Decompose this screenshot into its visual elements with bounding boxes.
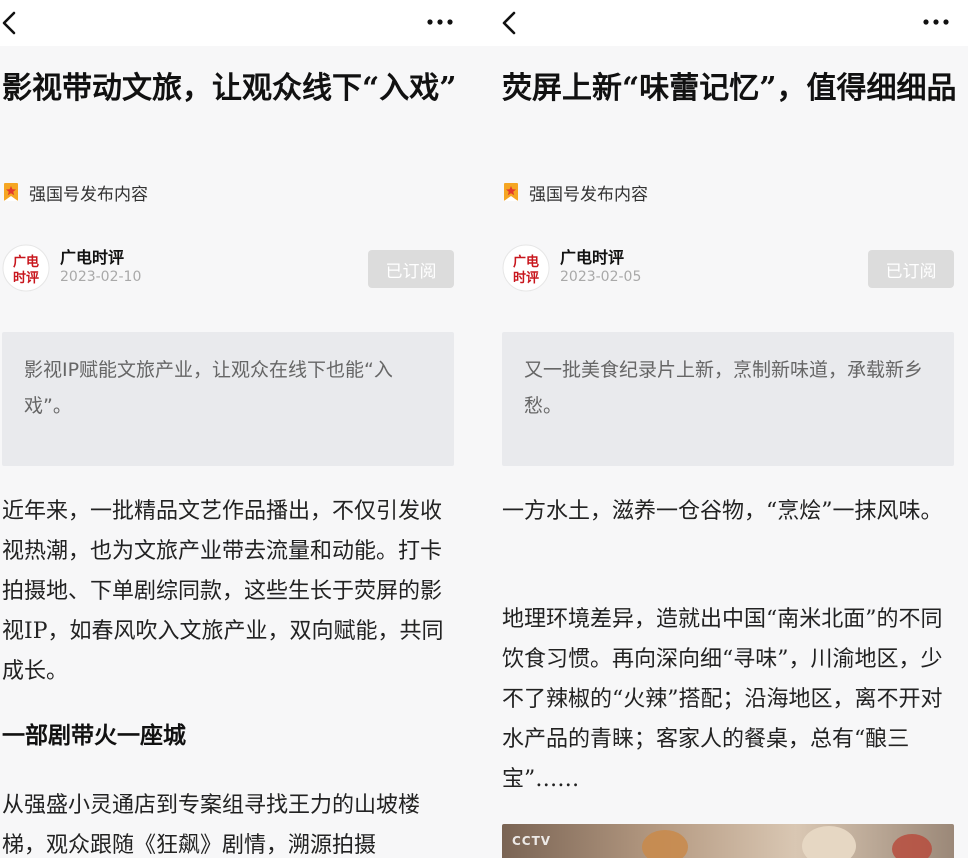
paragraph-1: 近年来，一批精品文艺作品播出，不仅引发收视热潮，也为文旅产业带去流量和动能。打卡…	[2, 499, 444, 684]
publish-date: 2023-02-10	[60, 269, 142, 285]
ribbon-star-icon	[502, 182, 520, 202]
top-bar	[0, 0, 484, 46]
food-bowl-image	[642, 830, 688, 858]
source-badge: 强国号发布内容	[502, 180, 648, 205]
source-badge: 强国号发布内容	[2, 180, 148, 205]
article-title: 影视带动文旅，让观众线下“入戏”	[2, 71, 457, 106]
article-content: 荧屏上新“味蕾记忆”，值得细细品 强国号发布内容 广电 时评 广电时评 2023…	[484, 46, 968, 858]
svg-text:时评: 时评	[513, 270, 539, 286]
badge-label: 强国号发布内容	[29, 184, 148, 205]
right-article-panel: 荧屏上新“味蕾记忆”，值得细细品 强国号发布内容 广电 时评 广电时评 2023…	[484, 0, 968, 858]
back-icon[interactable]	[0, 8, 26, 38]
paragraph-2: 地理环境差异，造就出中国“南米北面”的不同饮食习惯。再向深向细“寻味”，川渝地区…	[502, 607, 943, 792]
subscribed-button[interactable]: 已订阅	[368, 250, 454, 288]
paragraph-1: 一方水土，滋养一仓谷物，“烹烩”一抹风味。	[502, 499, 943, 524]
section-heading: 一部剧带火一座城	[2, 722, 186, 749]
more-options-icon[interactable]	[420, 8, 460, 36]
svg-text:广电: 广电	[513, 254, 539, 270]
subscribed-button[interactable]: 已订阅	[868, 250, 954, 288]
author-avatar[interactable]: 广电 时评	[2, 244, 50, 292]
publish-date: 2023-02-05	[560, 269, 642, 285]
article-title: 荧屏上新“味蕾记忆”，值得细细品	[502, 71, 957, 106]
author-avatar[interactable]: 广电 时评	[502, 244, 550, 292]
badge-label: 强国号发布内容	[529, 184, 648, 205]
ribbon-star-icon	[2, 182, 20, 202]
author-name[interactable]: 广电时评	[560, 244, 624, 268]
paragraph-2: 从强盛小灵通店到专案组寻找王力的山坡楼梯，观众跟随《狂飙》剧情，溯源拍摄	[2, 793, 421, 858]
article-summary: 又一批美食纪录片上新，烹制新味道，承载新乡愁。	[502, 332, 954, 466]
article-content: 影视带动文旅，让观众线下“入戏” 强国号发布内容 广电 时评 广电时评 2023…	[0, 46, 484, 858]
svg-text:时评: 时评	[13, 270, 39, 286]
food-dish-image	[892, 834, 932, 858]
video-thumbnail[interactable]: CCTV	[502, 824, 954, 858]
more-options-icon[interactable]	[916, 8, 956, 36]
left-article-panel: 影视带动文旅，让观众线下“入戏” 强国号发布内容 广电 时评 广电时评 2023…	[0, 0, 484, 858]
channel-logo: CCTV	[512, 834, 552, 848]
svg-text:广电: 广电	[13, 254, 39, 270]
top-bar	[484, 0, 968, 46]
article-summary: 影视IP赋能文旅产业，让观众在线下也能“入戏”。	[2, 332, 454, 466]
author-name[interactable]: 广电时评	[60, 244, 124, 268]
back-icon[interactable]	[500, 8, 526, 38]
food-plate-image	[802, 826, 856, 858]
